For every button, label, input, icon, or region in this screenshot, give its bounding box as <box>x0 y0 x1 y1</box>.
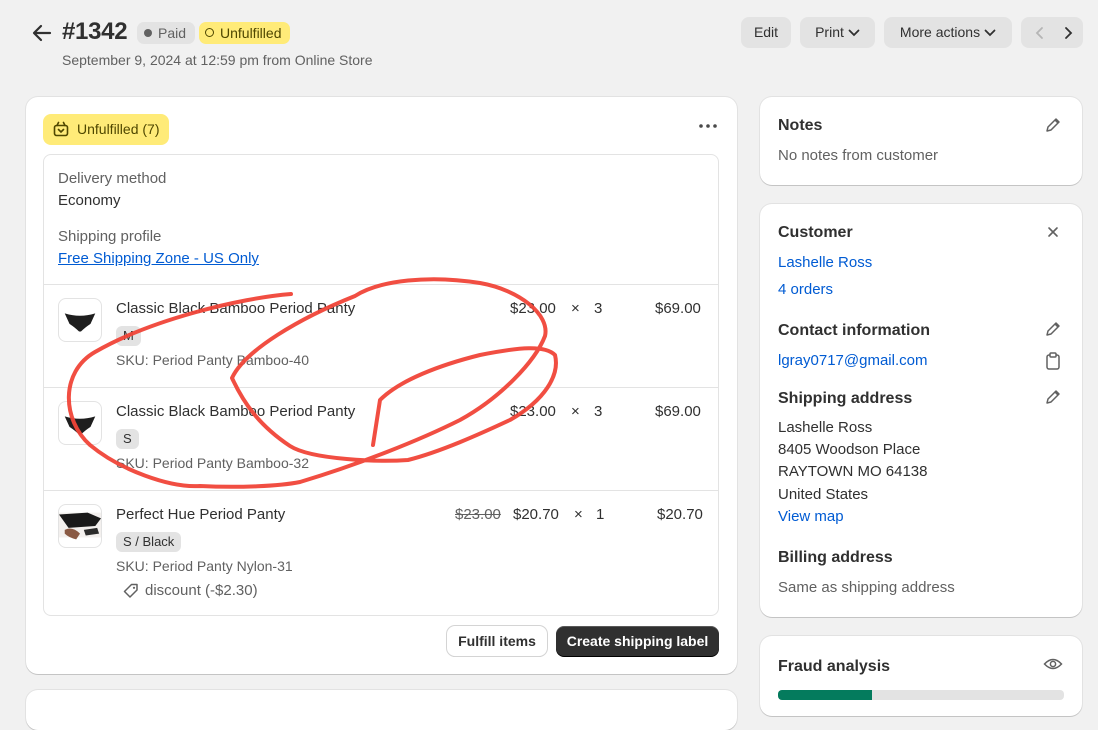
address-line: United States <box>778 486 869 503</box>
unfulfilled-count-badge: Unfulfilled (7) <box>43 114 170 145</box>
tag-icon <box>123 583 138 598</box>
delivery-method-label: Delivery method <box>58 170 167 187</box>
customer-name-link[interactable]: Lashelle Ross <box>778 254 872 271</box>
chevron-down-icon <box>984 29 996 37</box>
address-line: RAYTOWN MO 64138 <box>778 463 928 480</box>
times-sign: × <box>571 300 580 317</box>
chevron-down-icon <box>848 29 860 37</box>
billing-address-title: Billing address <box>778 549 893 566</box>
edit-button-label: Edit <box>753 24 779 40</box>
original-price: $23.00 <box>455 506 501 523</box>
pencil-icon[interactable] <box>1044 388 1062 406</box>
fulfill-items-button[interactable]: Fulfill items <box>447 626 547 656</box>
fraud-analysis-title: Fraud analysis <box>778 658 891 675</box>
contact-info-title: Contact information <box>778 322 930 339</box>
print-button[interactable]: Print <box>800 17 875 48</box>
quantity: 1 <box>596 506 605 523</box>
fraud-risk-track <box>778 690 1064 700</box>
chevron-left-icon[interactable] <box>1035 26 1045 40</box>
line-total: $69.00 <box>655 403 701 420</box>
product-thumbnail[interactable] <box>58 401 102 445</box>
variant-badge: S / Black <box>116 532 182 552</box>
package-icon <box>53 121 69 137</box>
fraud-card <box>760 636 1082 716</box>
eye-icon[interactable] <box>1043 656 1063 672</box>
more-actions-button[interactable]: More actions <box>884 17 1012 48</box>
product-name-link[interactable]: Classic Black Bamboo Period Panty <box>116 403 355 420</box>
divider <box>44 387 718 388</box>
customer-orders-link[interactable]: 4 orders <box>778 281 833 298</box>
edit-button[interactable]: Edit <box>741 17 791 48</box>
notes-text: No notes from customer <box>778 147 939 164</box>
unfulfilled-count-label: Unfulfilled (7) <box>77 121 160 137</box>
order-number: #1342 <box>62 18 128 45</box>
clipboard-icon[interactable] <box>1045 352 1061 370</box>
close-icon[interactable] <box>1046 225 1060 239</box>
quantity: 3 <box>594 300 603 317</box>
order-pagination <box>1021 17 1083 48</box>
delivery-method-value: Economy <box>58 192 121 209</box>
print-button-label: Print <box>815 24 844 40</box>
billing-address-text: Same as shipping address <box>778 579 955 596</box>
fraud-risk-fill <box>778 690 873 700</box>
pencil-icon[interactable] <box>1044 320 1062 338</box>
times-sign: × <box>571 403 580 420</box>
unit-price: $23.00 <box>510 300 556 317</box>
customer-title: Customer <box>778 224 853 241</box>
address-line: Lashelle Ross <box>778 419 873 436</box>
back-arrow-icon[interactable] <box>30 22 54 44</box>
more-actions-label: More actions <box>899 24 981 40</box>
view-map-link[interactable]: View map <box>778 508 844 525</box>
notes-card <box>760 97 1082 185</box>
chevron-right-icon[interactable] <box>1063 26 1073 40</box>
divider <box>44 490 718 491</box>
ellipsis-icon[interactable] <box>698 121 718 131</box>
discount-text: discount (-$2.30) <box>145 582 258 599</box>
paid-status-badge: Paid <box>137 22 196 44</box>
create-shipping-label-button[interactable]: Create shipping label <box>556 626 719 656</box>
product-sku: SKU: Period Panty Bamboo-32 <box>116 455 309 471</box>
divider <box>44 284 718 285</box>
variant-badge: S <box>116 429 139 449</box>
line-total: $69.00 <box>655 300 701 317</box>
product-thumbnail[interactable] <box>58 298 102 342</box>
payment-card <box>26 690 737 730</box>
address-line: 8405 Woodson Place <box>778 441 921 458</box>
product-name-link[interactable]: Classic Black Bamboo Period Panty <box>116 300 355 317</box>
product-sku: SKU: Period Panty Bamboo-40 <box>116 352 309 368</box>
fulfillment-status-badge: Unfulfilled <box>199 22 291 44</box>
shipping-profile-link[interactable]: Free Shipping Zone - US Only <box>58 250 259 267</box>
customer-email-link[interactable]: lgray0717@gmail.com <box>778 352 927 369</box>
notes-title: Notes <box>778 117 823 134</box>
quantity: 3 <box>594 403 603 420</box>
variant-badge: M <box>116 326 141 346</box>
product-name-link[interactable]: Perfect Hue Period Panty <box>116 506 285 523</box>
order-date-source: September 9, 2024 at 12:59 pm from Onlin… <box>62 52 373 68</box>
pencil-icon[interactable] <box>1044 116 1062 134</box>
shipping-profile-label: Shipping profile <box>58 228 162 245</box>
product-thumbnail[interactable] <box>58 504 102 548</box>
unit-price: $20.70 <box>513 506 559 523</box>
product-sku: SKU: Period Panty Nylon-31 <box>116 558 293 574</box>
shipping-address-title: Shipping address <box>778 390 913 407</box>
line-total: $20.70 <box>657 506 703 523</box>
unit-price: $23.00 <box>510 403 556 420</box>
times-sign: × <box>574 506 583 523</box>
